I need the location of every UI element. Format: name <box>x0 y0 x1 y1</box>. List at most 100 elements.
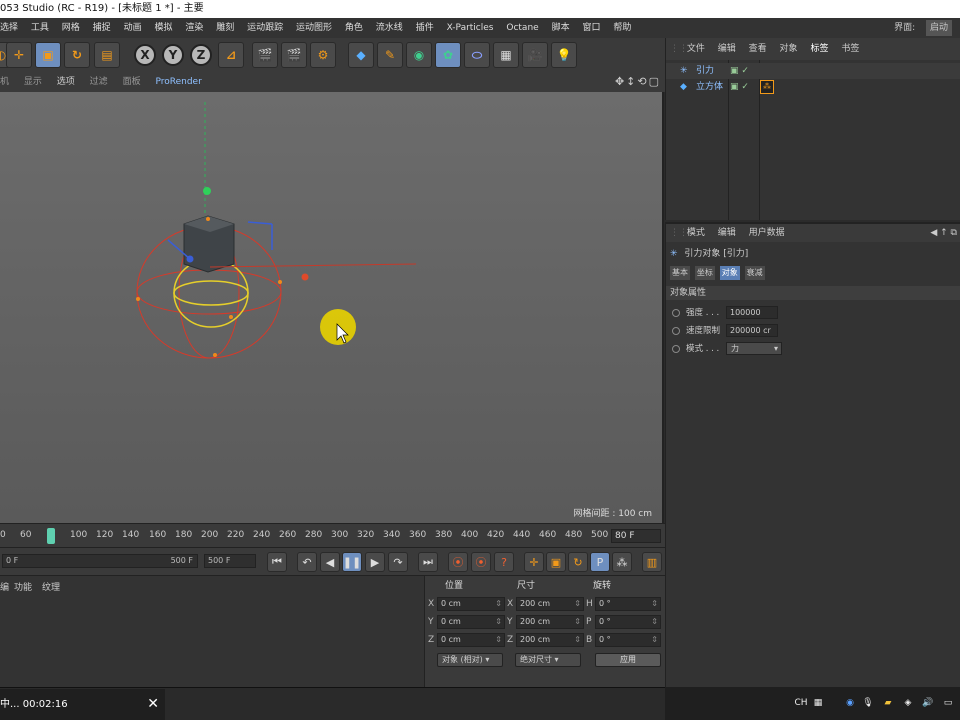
subdivision-icon[interactable]: ◉ <box>406 42 432 68</box>
notification-icon[interactable]: ▭ <box>941 696 955 710</box>
mograph-cloner-icon[interactable]: ✿ <box>435 42 461 68</box>
strength-field[interactable]: 100000 <box>726 306 778 319</box>
render-to-picture-viewer-icon[interactable]: 🎬 <box>281 42 307 68</box>
render-settings-icon[interactable]: ⚙ <box>310 42 336 68</box>
menu-item-tools[interactable]: 工具 <box>31 18 49 38</box>
key-point-level-icon[interactable]: ⁂ <box>612 552 632 572</box>
object-menu-file[interactable]: 文件 <box>687 38 705 60</box>
y-axis-lock-button[interactable]: Y <box>162 44 184 66</box>
animate-radio[interactable] <box>672 345 680 353</box>
next-key-icon[interactable]: ↷ <box>388 552 408 572</box>
pause-icon[interactable]: ❚❚ <box>342 552 362 572</box>
menu-item-select[interactable]: 选择 <box>0 18 18 38</box>
z-axis-handle[interactable] <box>186 255 194 263</box>
viewport-menu-display[interactable]: 显示 <box>24 72 42 92</box>
preview-range-slider[interactable]: 0 F 500 F <box>2 554 198 568</box>
end-frame-field[interactable]: 500 F <box>204 554 256 568</box>
visibility-check-icon[interactable]: ▣ ✓ <box>730 63 749 79</box>
menu-item-snap[interactable]: 捕捉 <box>93 18 111 38</box>
tray-folder-icon[interactable]: ▰ <box>881 696 895 710</box>
tab-falloff[interactable]: 衰减 <box>744 266 765 280</box>
tray-shield-icon[interactable]: ◈ <box>901 696 915 710</box>
menu-item-script[interactable]: 脚本 <box>552 18 570 38</box>
key-position-icon[interactable]: ✛ <box>524 552 544 572</box>
previous-frame-icon[interactable]: ◀ <box>320 552 340 572</box>
material-menu-texture[interactable]: 纹理 <box>42 580 60 593</box>
object-name[interactable]: 引力 <box>696 63 714 79</box>
autokey-icon[interactable]: ⦿ <box>471 552 491 572</box>
ime-grid-icon[interactable]: ▦ <box>811 696 825 710</box>
pos-y-field[interactable]: 0 cm <box>437 615 505 629</box>
pos-x-field[interactable]: 0 cm <box>437 597 505 611</box>
viewport-nav-icons[interactable]: ✥↕⟲▢ <box>615 72 661 92</box>
go-to-start-icon[interactable]: ⏮ <box>267 552 287 572</box>
tag-icon[interactable]: ⁂ <box>760 80 774 94</box>
menu-item-motion-tracker[interactable]: 运动跟踪 <box>247 18 283 38</box>
timeline-window-icon[interactable]: ▥ <box>642 552 662 572</box>
pos-z-field[interactable]: 0 cm <box>437 633 505 647</box>
input-language[interactable]: CH <box>791 696 811 710</box>
microphone-icon[interactable]: 🎙 <box>861 696 875 710</box>
animate-radio[interactable] <box>672 309 680 317</box>
menu-item-simulate[interactable]: 模拟 <box>154 18 172 38</box>
rot-p-field[interactable]: 0 ° <box>595 615 661 629</box>
close-icon[interactable]: ✕ <box>147 689 159 720</box>
point-handle[interactable] <box>213 353 217 357</box>
viewport-menu-panel[interactable]: 面板 <box>123 72 141 92</box>
object-menu-tags[interactable]: 标签 <box>810 38 828 60</box>
size-y-field[interactable]: 200 cm <box>516 615 584 629</box>
tab-object[interactable]: 对象 <box>719 266 740 280</box>
coordinate-system-icon[interactable]: ⊿ <box>218 42 244 68</box>
object-menu-bookmarks[interactable]: 书签 <box>841 38 859 60</box>
menu-item-mesh[interactable]: 网格 <box>62 18 80 38</box>
x-axis-handle[interactable] <box>301 273 309 281</box>
pen-icon[interactable]: ✎ <box>377 42 403 68</box>
keyframe-selection-icon[interactable]: ? <box>494 552 514 572</box>
menu-item-octane[interactable]: Octane <box>506 18 538 38</box>
recent-tool-icon[interactable]: ▤ <box>94 42 120 68</box>
layout-button[interactable]: 启动 <box>925 20 952 36</box>
key-rotation-icon[interactable]: ↻ <box>568 552 588 572</box>
render-view-icon[interactable]: 🎬 <box>252 42 278 68</box>
object-row-cube[interactable]: ◆ 立方体 ▣ ✓ ⁂ <box>666 79 960 95</box>
rot-b-field[interactable]: 0 ° <box>595 633 661 647</box>
timeline-ruler[interactable]: 0 60 100 120 140 160 180 200 220 240 260… <box>0 523 665 547</box>
menu-item-help[interactable]: 帮助 <box>613 18 631 38</box>
key-parameter-icon[interactable]: P <box>590 552 610 572</box>
attr-menu-edit[interactable]: 编辑 <box>718 224 736 242</box>
apply-button[interactable]: 应用 <box>595 653 661 667</box>
menu-item-animate[interactable]: 动画 <box>124 18 142 38</box>
viewport-menu-prorender[interactable]: ProRender <box>155 72 201 92</box>
deformer-icon[interactable]: ⬭ <box>464 42 490 68</box>
menu-item-pipeline[interactable]: 流水线 <box>376 18 403 38</box>
volume-icon[interactable]: 🔊 <box>921 696 935 710</box>
visibility-check-icon[interactable]: ▣ ✓ <box>730 79 749 95</box>
attr-menu-user-data[interactable]: 用户数据 <box>749 224 785 242</box>
rot-h-field[interactable]: 0 ° <box>595 597 661 611</box>
velocity-limit-field[interactable]: 200000 cr <box>726 324 778 337</box>
tab-coord[interactable]: 坐标 <box>694 266 715 280</box>
move-icon[interactable]: ✛ <box>6 42 32 68</box>
material-menu-edit[interactable]: 编 <box>0 580 9 593</box>
object-menu-edit[interactable]: 编辑 <box>718 38 736 60</box>
scale-icon[interactable]: ▣ <box>35 42 61 68</box>
go-to-end-icon[interactable]: ⏭ <box>418 552 438 572</box>
object-row-gravity[interactable]: ✳ 引力 ▣ ✓ <box>666 63 960 79</box>
menu-item-render[interactable]: 渲染 <box>185 18 203 38</box>
size-mode-dropdown[interactable]: 绝对尺寸 ▾ <box>515 653 581 667</box>
object-menu-objects[interactable]: 对象 <box>780 38 798 60</box>
tab-basic[interactable]: 基本 <box>670 266 690 280</box>
back-arrow-icon[interactable]: ◀ ↑ ⧉ <box>930 224 957 242</box>
animate-radio[interactable] <box>672 327 680 335</box>
viewport-menu-camera[interactable]: 机 <box>0 72 9 92</box>
point-handle[interactable] <box>278 280 282 284</box>
point-handle[interactable] <box>206 217 210 221</box>
menu-item-character[interactable]: 角色 <box>345 18 363 38</box>
tray-app-icon[interactable]: ◉ <box>843 696 857 710</box>
camera-icon[interactable]: 🎥 <box>522 42 548 68</box>
cube-icon[interactable]: ◆ <box>348 42 374 68</box>
coord-mode-dropdown[interactable]: 对象 (相对) ▾ <box>437 653 503 667</box>
z-axis-lock-button[interactable]: Z <box>190 44 212 66</box>
size-z-field[interactable]: 200 cm <box>516 633 584 647</box>
rotate-icon[interactable]: ↻ <box>64 42 90 68</box>
